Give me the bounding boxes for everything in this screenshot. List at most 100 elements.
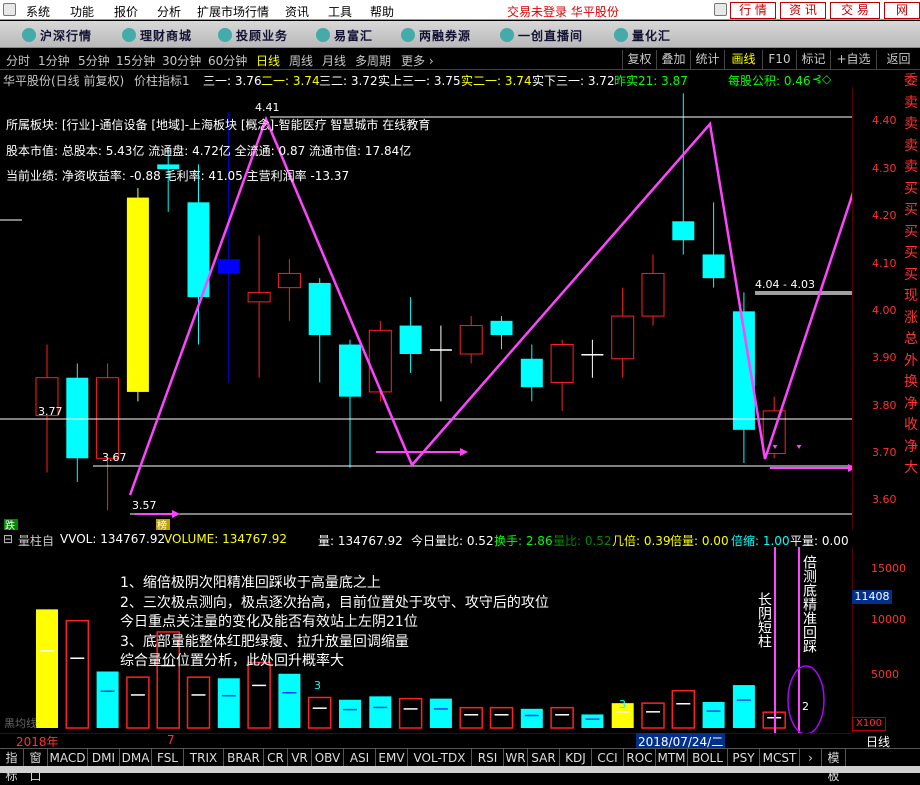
btn-back[interactable]: 返回: [876, 50, 920, 69]
tab-market[interactable]: 行 情: [730, 2, 776, 19]
menu-quote[interactable]: 报价: [114, 3, 138, 20]
indicator-tab-4[interactable]: DMA: [120, 749, 152, 767]
volume-bar: [36, 609, 58, 728]
btn-overlay[interactable]: 叠加: [656, 50, 690, 69]
side-panel-labels: 委卖卖卖卖买买买买买现涨总外换净收净大: [904, 71, 920, 480]
side-label[interactable]: 换: [904, 372, 920, 394]
indicator-tab-24[interactable]: ›: [800, 749, 822, 767]
menu-news[interactable]: 资讯: [285, 3, 309, 20]
side-label[interactable]: 卖: [904, 136, 920, 158]
tab-trade[interactable]: 交 易: [830, 2, 880, 19]
indicator-tab-0[interactable]: 指标: [0, 749, 24, 783]
side-label[interactable]: 现: [904, 286, 920, 308]
side-label[interactable]: 卖: [904, 157, 920, 179]
period-15min[interactable]: 15分钟: [116, 52, 155, 69]
nav-margin-source[interactable]: 两融券源: [419, 27, 471, 44]
kline-chart[interactable]: 4.41 3.77 3.67 3.57 4.04 - 4.03 跌 榜 所属板块…: [0, 87, 852, 530]
period-fenshi[interactable]: 分时: [6, 52, 30, 69]
vol-label-1: 3: [314, 679, 321, 692]
nav-quant[interactable]: 量化汇: [632, 27, 671, 44]
indicator-tab-18[interactable]: CCI: [592, 749, 624, 767]
menu-help[interactable]: 帮助: [370, 3, 394, 20]
btn-mark[interactable]: 标记: [796, 50, 830, 69]
nav-yifuhui[interactable]: 易富汇: [334, 27, 373, 44]
period-1min[interactable]: 1分钟: [38, 52, 70, 69]
menu-tools[interactable]: 工具: [328, 3, 352, 20]
side-label[interactable]: 收: [904, 415, 920, 437]
indicator-tab-3[interactable]: DMI: [88, 749, 120, 767]
indicator-tab-19[interactable]: ROC: [624, 749, 656, 767]
side-label[interactable]: 买: [904, 243, 920, 265]
side-label[interactable]: 外: [904, 351, 920, 373]
side-label[interactable]: 净: [904, 394, 920, 416]
window-icon[interactable]: [714, 3, 727, 16]
period-bar: 分时 1分钟 5分钟 15分钟 30分钟 60分钟 日线 周线 月线 多周期 更…: [0, 49, 920, 70]
btn-add-watchlist[interactable]: +自选: [830, 50, 876, 69]
period-daily[interactable]: 日线: [256, 52, 280, 69]
btn-fuquan[interactable]: 复权: [622, 50, 656, 69]
volume-bar: [398, 697, 423, 729]
period-weekly[interactable]: 周线: [289, 52, 313, 69]
indicator-tab-25[interactable]: 模板: [822, 749, 846, 783]
app-icon[interactable]: [3, 3, 16, 16]
candle-body: [277, 272, 301, 289]
tab-web[interactable]: 网: [884, 2, 920, 19]
indicator-tab-2[interactable]: MACD: [48, 749, 88, 767]
nav-advisory[interactable]: 投顾业务: [236, 27, 288, 44]
side-label[interactable]: 净: [904, 437, 920, 459]
side-label[interactable]: 大: [904, 458, 920, 480]
indicator-tab-13[interactable]: VOL-TDX: [408, 749, 472, 767]
side-label[interactable]: 委: [904, 71, 920, 93]
period-multi[interactable]: 多周期: [355, 52, 391, 69]
side-label[interactable]: 卖: [904, 93, 920, 115]
side-label[interactable]: 买: [904, 222, 920, 244]
side-label[interactable]: 卖: [904, 114, 920, 136]
expand-icon[interactable]: ⊰◇: [812, 72, 831, 86]
period-more[interactable]: 更多 ›: [401, 52, 434, 69]
indicator-tab-12[interactable]: EMV: [376, 749, 408, 767]
indicator-tab-8[interactable]: CR: [264, 749, 288, 767]
indicator-tab-16[interactable]: SAR: [528, 749, 560, 767]
indicator-tab-10[interactable]: OBV: [312, 749, 344, 767]
menu-function[interactable]: 功能: [70, 3, 94, 20]
period-monthly[interactable]: 月线: [322, 52, 346, 69]
side-label[interactable]: 涨: [904, 308, 920, 330]
overlay-line1: 所属板块: [行业]-通信设备 [地域]-上海板块 [概念]-智能医疗 智慧城市…: [6, 117, 430, 132]
indicator-tab-1[interactable]: 窗口: [24, 749, 48, 783]
axis-4-00: 4.00: [872, 304, 897, 317]
tab-news[interactable]: 资 讯: [780, 2, 826, 19]
indicator-tab-21[interactable]: BOLL: [688, 749, 728, 767]
indicator-tab-11[interactable]: ASI: [344, 749, 376, 767]
indicator-tab-20[interactable]: MTM: [656, 749, 688, 767]
btn-draw[interactable]: 画线: [724, 50, 762, 69]
vol-expand-icon[interactable]: ⊟: [3, 532, 13, 546]
side-label[interactable]: 买: [904, 200, 920, 222]
volume-bar: [247, 661, 271, 729]
volume-bar: [369, 696, 392, 728]
indicator-tab-17[interactable]: KDJ: [560, 749, 592, 767]
indicator-tab-15[interactable]: WR: [504, 749, 528, 767]
axis-3-80: 3.80: [872, 399, 897, 412]
period-5min[interactable]: 5分钟: [78, 52, 110, 69]
period-60min[interactable]: 60分钟: [208, 52, 247, 69]
nav-finance-mall[interactable]: 理财商城: [140, 27, 192, 44]
btn-stats[interactable]: 统计: [690, 50, 724, 69]
side-label[interactable]: 买: [904, 179, 920, 201]
side-label[interactable]: 总: [904, 329, 920, 351]
annotation-double-test: 倍测底精准回踩: [801, 555, 817, 653]
indicator-tab-23[interactable]: MCST: [760, 749, 800, 767]
menu-analysis[interactable]: 分析: [157, 3, 181, 20]
indicator-tab-14[interactable]: RSI: [472, 749, 504, 767]
indicator-tab-22[interactable]: PSY: [728, 749, 760, 767]
side-label[interactable]: 买: [904, 265, 920, 287]
nav-hs-market[interactable]: 沪深行情: [40, 27, 92, 44]
period-30min[interactable]: 30分钟: [162, 52, 201, 69]
indicator-tab-9[interactable]: VR: [288, 749, 312, 767]
indicator-tab-5[interactable]: FSL: [152, 749, 184, 767]
menu-system[interactable]: 系统: [26, 3, 50, 20]
nav-live-room[interactable]: 一创直播间: [518, 27, 583, 44]
indicator-tab-7[interactable]: BRAR: [224, 749, 264, 767]
btn-f10[interactable]: F10: [762, 50, 796, 69]
indicator-tab-6[interactable]: TRIX: [184, 749, 224, 767]
menu-extended-market[interactable]: 扩展市场行情: [197, 3, 269, 20]
